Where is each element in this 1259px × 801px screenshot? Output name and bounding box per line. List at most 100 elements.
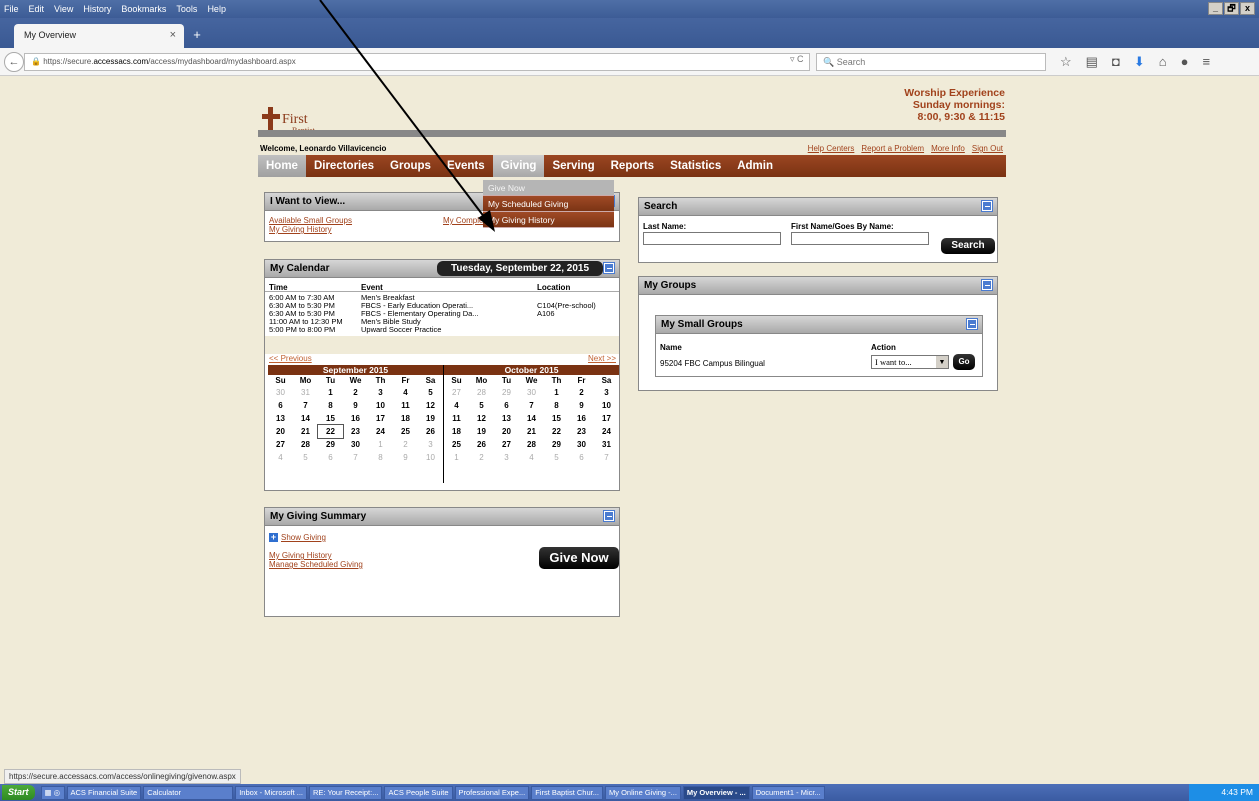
calendar-day[interactable]: 1 bbox=[444, 451, 469, 464]
calendar-day[interactable]: 4 bbox=[268, 451, 293, 464]
calendar-day[interactable]: 16 bbox=[569, 412, 594, 425]
calendar-day[interactable]: 31 bbox=[293, 386, 318, 399]
calendar-day[interactable]: 15 bbox=[318, 412, 343, 425]
taskbar-item[interactable]: Professional Expe... bbox=[454, 785, 530, 800]
last-name-input[interactable] bbox=[643, 232, 781, 245]
calendar-day[interactable]: 1 bbox=[544, 386, 569, 399]
first-name-input[interactable] bbox=[791, 232, 929, 245]
taskbar-item[interactable]: ACS People Suite bbox=[384, 785, 453, 800]
collapse-icon[interactable] bbox=[966, 318, 978, 330]
calendar-day[interactable]: 13 bbox=[268, 412, 293, 425]
calendar-day[interactable]: 26 bbox=[418, 425, 443, 438]
manage-scheduled-giving-link[interactable]: Manage Scheduled Giving bbox=[269, 560, 363, 569]
calendar-day[interactable]: 6 bbox=[268, 399, 293, 412]
collapse-icon[interactable] bbox=[981, 279, 993, 291]
menu-bookmarks[interactable]: Bookmarks bbox=[121, 4, 166, 14]
calendar-day[interactable]: 8 bbox=[544, 399, 569, 412]
home-icon[interactable]: ⌂ bbox=[1159, 54, 1167, 70]
nav-statistics[interactable]: Statistics bbox=[662, 155, 729, 177]
collapse-icon[interactable] bbox=[603, 262, 615, 274]
menu-help[interactable]: Help bbox=[207, 4, 226, 14]
calendar-day[interactable]: 28 bbox=[519, 438, 544, 451]
giving-history-link[interactable]: My Giving History bbox=[269, 551, 332, 560]
calendar-day[interactable]: 4 bbox=[444, 399, 469, 412]
calendar-day[interactable]: 30 bbox=[569, 438, 594, 451]
calendar-day[interactable]: 17 bbox=[594, 412, 619, 425]
calendar-day[interactable]: 11 bbox=[444, 412, 469, 425]
calendar-day[interactable]: 11 bbox=[393, 399, 418, 412]
calendar-day[interactable]: 2 bbox=[469, 451, 494, 464]
calendar-day[interactable]: 18 bbox=[444, 425, 469, 438]
calendar-day[interactable]: 24 bbox=[368, 425, 393, 438]
group-name[interactable]: 95204 FBC Campus Bilingual bbox=[660, 359, 765, 368]
calendar-day[interactable]: 22 bbox=[317, 424, 344, 439]
close-button[interactable]: x bbox=[1240, 2, 1255, 15]
calendar-day[interactable]: 21 bbox=[519, 425, 544, 438]
calendar-day[interactable]: 27 bbox=[444, 386, 469, 399]
action-select[interactable]: I want to... ▼ bbox=[871, 355, 949, 369]
calendar-day[interactable]: 9 bbox=[569, 399, 594, 412]
calendar-day[interactable]: 1 bbox=[318, 386, 343, 399]
minimize-button[interactable]: _ bbox=[1208, 2, 1223, 15]
calendar-day[interactable]: 21 bbox=[293, 425, 318, 438]
event-name[interactable]: Upward Soccer Practice bbox=[361, 326, 441, 334]
sign-out-link[interactable]: Sign Out bbox=[972, 144, 1003, 153]
collapse-icon[interactable] bbox=[603, 510, 615, 522]
chevron-down-icon[interactable]: ▼ bbox=[936, 356, 948, 368]
nav-admin[interactable]: Admin bbox=[729, 155, 781, 177]
calendar-day[interactable]: 4 bbox=[393, 386, 418, 399]
expand-plus-icon[interactable]: + bbox=[269, 533, 278, 542]
calendar-day[interactable]: 19 bbox=[418, 412, 443, 425]
calendar-day[interactable]: 28 bbox=[293, 438, 318, 451]
next-month-link[interactable]: Next >> bbox=[588, 354, 616, 363]
calendar-day[interactable]: 7 bbox=[343, 451, 368, 464]
start-button[interactable]: Start bbox=[2, 785, 35, 800]
back-arrow-icon[interactable]: ← bbox=[4, 52, 24, 72]
calendar-day[interactable]: 9 bbox=[393, 451, 418, 464]
calendar-day[interactable]: 26 bbox=[469, 438, 494, 451]
taskbar-item-active[interactable]: My Overview - ... bbox=[682, 785, 750, 800]
calendar-day[interactable]: 14 bbox=[519, 412, 544, 425]
calendar-day[interactable]: 10 bbox=[594, 399, 619, 412]
calendar-day[interactable]: 20 bbox=[268, 425, 293, 438]
tab-my-overview[interactable]: My Overview × bbox=[14, 24, 184, 48]
calendar-day[interactable]: 8 bbox=[368, 451, 393, 464]
download-icon[interactable]: ⬇ bbox=[1134, 54, 1145, 70]
calendar-day[interactable]: 17 bbox=[368, 412, 393, 425]
collapse-icon[interactable] bbox=[981, 200, 993, 212]
taskbar-item[interactable]: My Online Giving -... bbox=[604, 785, 681, 800]
taskbar-item[interactable]: RE: Your Receipt:... bbox=[309, 785, 383, 800]
calendar-day[interactable]: 25 bbox=[444, 438, 469, 451]
calendar-day[interactable]: 23 bbox=[343, 425, 368, 438]
calendar-day[interactable]: 18 bbox=[393, 412, 418, 425]
calendar-day[interactable]: 5 bbox=[418, 386, 443, 399]
calendar-day[interactable]: 15 bbox=[544, 412, 569, 425]
search-input[interactable]: 🔍 Search bbox=[816, 53, 1046, 71]
calendar-day[interactable]: 30 bbox=[343, 438, 368, 451]
taskbar-item[interactable]: Calculator bbox=[143, 785, 234, 800]
close-tab-icon[interactable]: × bbox=[170, 29, 176, 41]
calendar-day[interactable]: 16 bbox=[343, 412, 368, 425]
calendar-day[interactable]: 12 bbox=[418, 399, 443, 412]
calendar-day[interactable]: 25 bbox=[393, 425, 418, 438]
menu-edit[interactable]: Edit bbox=[29, 4, 45, 14]
calendar-day[interactable]: 5 bbox=[544, 451, 569, 464]
go-button[interactable]: Go bbox=[953, 354, 975, 370]
calendar-day[interactable]: 27 bbox=[494, 438, 519, 451]
report-problem-link[interactable]: Report a Problem bbox=[861, 144, 924, 153]
calendar-day[interactable]: 31 bbox=[594, 438, 619, 451]
help-centers-link[interactable]: Help Centers bbox=[808, 144, 855, 153]
calendar-day[interactable]: 10 bbox=[418, 451, 443, 464]
calendar-day[interactable]: 3 bbox=[368, 386, 393, 399]
calendar-day[interactable]: 3 bbox=[594, 386, 619, 399]
calendar-day[interactable]: 13 bbox=[494, 412, 519, 425]
calendar-day[interactable]: 2 bbox=[393, 438, 418, 451]
reload-icon[interactable]: ▿ C bbox=[790, 54, 804, 65]
bookmark-star-icon[interactable]: ☆ bbox=[1060, 54, 1072, 70]
quick-launch-icons[interactable]: ▦ ◎ bbox=[40, 785, 65, 800]
calendar-day[interactable]: 30 bbox=[519, 386, 544, 399]
calendar-day[interactable]: 23 bbox=[569, 425, 594, 438]
calendar-day[interactable]: 12 bbox=[469, 412, 494, 425]
calendar-day[interactable]: 3 bbox=[494, 451, 519, 464]
calendar-day[interactable]: 9 bbox=[343, 399, 368, 412]
